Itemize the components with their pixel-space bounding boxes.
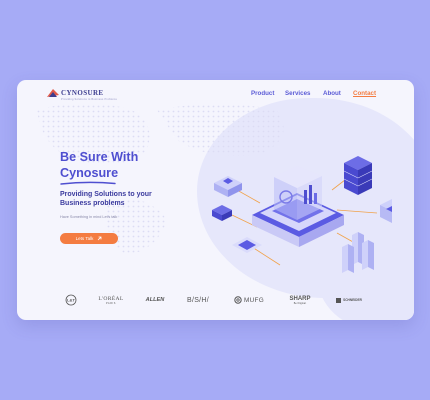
- brand-mufg-text: MUFG: [243, 296, 264, 304]
- logo-mark-icon: [47, 89, 59, 97]
- stacked-tiles: [212, 205, 232, 221]
- brand-schneider: SCHNEIDER: [331, 290, 367, 310]
- lt-logo-icon: L&T: [65, 294, 77, 306]
- hero-subtitle: Providing Solutions to your Business pro…: [60, 191, 170, 208]
- brand-loreal: L'ORÉAL PARIS: [93, 290, 129, 310]
- brand-sharp: SHARP Be Original.: [283, 290, 317, 310]
- server-stack: [343, 156, 373, 195]
- hero-subtitle-line2: Business problems: [60, 199, 125, 207]
- central-platform: [252, 166, 344, 247]
- floating-cube: [380, 199, 392, 223]
- nav-product[interactable]: Product: [251, 90, 274, 97]
- logo-tagline: Providing Solutions to Business Problems: [61, 98, 118, 101]
- brand-allen-text: ALLEN: [145, 297, 165, 303]
- mufg-logo-icon: [234, 296, 242, 304]
- brand-loreal-sub: PARIS: [106, 301, 116, 305]
- isometric-data-illustration: [212, 156, 392, 273]
- brand-mufg: MUFG: [229, 290, 269, 310]
- brand-allen: ALLEN: [141, 290, 169, 310]
- brand-lt: L&T: [61, 290, 81, 310]
- landing-page-card: CYNOSURE Providing Solutions to Business…: [17, 80, 414, 320]
- nav-services[interactable]: Services: [285, 90, 310, 97]
- svg-text:L&T: L&T: [67, 298, 75, 303]
- hero-subtitle-line1: Providing Solutions to your: [60, 191, 152, 198]
- logo-name: CYNOSURE: [61, 89, 104, 97]
- lets-talk-button[interactable]: Lets Talk: [60, 233, 118, 244]
- nav-about[interactable]: About: [323, 90, 341, 97]
- schneider-logo-icon: [336, 297, 342, 303]
- client-logos: L&T L'ORÉAL PARIS ALLEN B/S/H/ MUFG SHAR…: [17, 290, 414, 310]
- hero-tagline: Have Something in mind Let's talk: [60, 215, 118, 219]
- hero-heading-line2: Cynosure: [60, 166, 119, 180]
- arrow-up-right-icon: [98, 236, 102, 241]
- hero-heading-line1: Be Sure With: [60, 150, 139, 164]
- brand-sharp-sub: Be Original.: [293, 301, 307, 305]
- lets-talk-label: Lets Talk: [75, 236, 94, 241]
- brand-bsh-text: B/S/H/: [186, 296, 210, 304]
- cube-left: [214, 176, 242, 197]
- nav-contact[interactable]: Contact: [353, 90, 376, 97]
- heading-underline: [60, 181, 116, 185]
- brand-bsh: B/S/H/: [183, 290, 213, 310]
- brand-schneider-text: SCHNEIDER: [343, 298, 362, 302]
- logo[interactable]: CYNOSURE Providing Solutions to Business…: [47, 89, 118, 101]
